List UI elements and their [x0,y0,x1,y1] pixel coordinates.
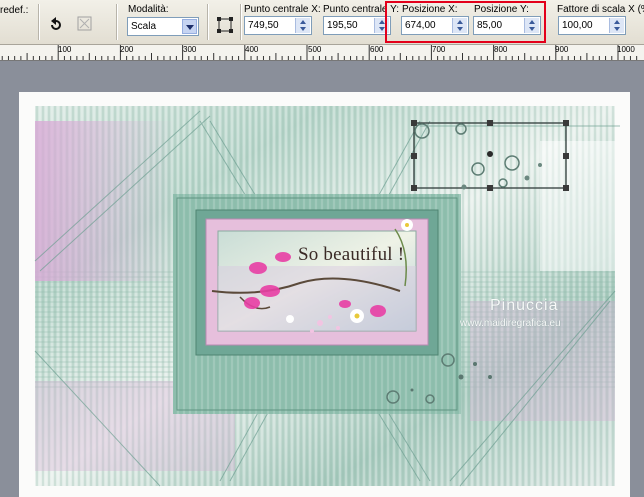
horizontal-ruler: 100 200 300 400 500 600 700 800 900 1000 [0,45,644,61]
reset-icon[interactable] [76,15,93,32]
mode-value: Scala [131,21,157,32]
ruler-mark: 900 [555,45,569,54]
canvas-area[interactable]: So beautiful ! Pinuccia www.maidiregrafi… [0,61,644,497]
ruler-mark: 1000 [617,45,635,54]
ruler-mark: 200 [120,45,134,54]
center-frame [173,194,461,414]
artwork [0,61,644,497]
ruler-ticks [1,45,638,60]
center-x-value: 749,50 [248,20,279,31]
undo-icon[interactable] [47,15,65,33]
ruler-mark: 400 [245,45,259,54]
separator [207,4,209,40]
separator [38,4,40,40]
position-highlight-box [385,1,546,43]
scale-label: Fattore di scala X (% [557,4,644,15]
scale-x-value: 100,00 [562,20,593,31]
spin-arrows-icon[interactable] [295,18,310,33]
center-y-value: 195,50 [327,20,358,31]
headline-text: So beautiful ! [298,244,405,265]
ruler-mark: 600 [370,45,384,54]
watermark-name: Pinuccia [490,297,559,314]
scale-x-field[interactable]: 100,00 [558,16,626,35]
ruler-mark: 100 [58,45,72,54]
ruler-mark: 300 [183,45,197,54]
bounding-box-icon[interactable] [216,16,234,34]
chevron-down-icon[interactable] [182,19,197,34]
ruler-mark: 800 [494,45,508,54]
toolbar: redef.: Modalità: Scala Punto centrale X… [0,0,644,45]
center-x-field[interactable]: 749,50 [244,16,312,35]
spin-arrows-icon[interactable] [609,18,624,33]
mode-label: Modalità: [128,4,169,15]
separator [116,4,118,40]
mode-select[interactable]: Scala [127,17,199,36]
separator [240,4,242,40]
watermark-url: www.maidiregrafica.eu [460,318,561,329]
ruler-mark: 500 [308,45,322,54]
center-x-label: Punto centrale X: [244,4,321,15]
preset-label: redef.: [0,5,29,16]
center-y-field[interactable]: 195,50 [323,16,391,35]
ruler-mark: 700 [432,45,446,54]
